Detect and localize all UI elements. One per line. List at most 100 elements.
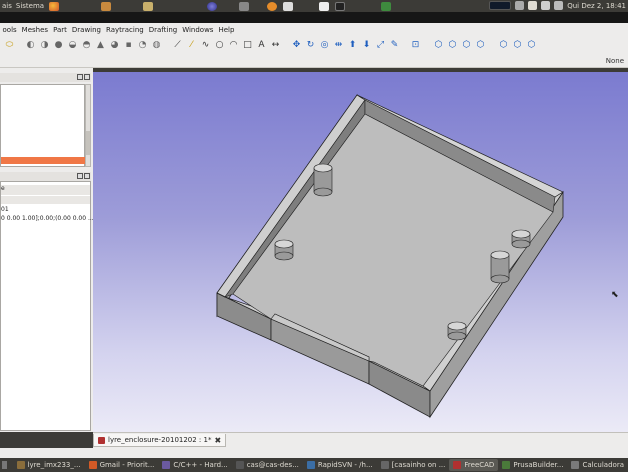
part-union-icon[interactable]: ◕	[109, 40, 120, 51]
part-box-icon[interactable]: ◐	[25, 40, 36, 51]
view-bottom-icon[interactable]: ⬡	[512, 40, 523, 51]
draft-bspline-icon[interactable]: ∿	[200, 40, 211, 51]
standoff-front-left[interactable]	[274, 239, 294, 261]
task-eclipse[interactable]: C/C++ - Hard...	[158, 459, 231, 471]
menu-raytracing[interactable]: Raytracing	[104, 26, 147, 34]
show-desktop-icon[interactable]	[2, 461, 7, 469]
part-torus-icon[interactable]: ◓	[81, 40, 92, 51]
view-top-icon[interactable]: ⬡	[461, 40, 472, 51]
task-rapidsvn[interactable]: RapidSVN - /h...	[303, 459, 377, 471]
edit-icon[interactable]: ✎	[389, 40, 400, 51]
offset-icon[interactable]: ◎	[319, 40, 330, 51]
tree-selected-item[interactable]	[1, 157, 85, 164]
applications-menu[interactable]: ais	[0, 2, 14, 10]
blender-launcher-icon[interactable]	[267, 1, 278, 11]
property-group-row[interactable]	[1, 196, 90, 204]
tree-close-button[interactable]	[84, 74, 90, 80]
menu-drafting[interactable]: Drafting	[146, 26, 179, 34]
app-launcher-icon[interactable]	[143, 1, 154, 11]
part-sphere-icon[interactable]: ●	[53, 40, 64, 51]
task-terminal[interactable]: cas@cas-des...	[232, 459, 303, 471]
view-fit-icon[interactable]: ⊡	[410, 40, 421, 51]
part-cut-icon[interactable]: ▪	[123, 40, 134, 51]
standoff-right-mid[interactable]	[490, 250, 510, 284]
property-close-button[interactable]	[84, 173, 90, 179]
spreadsheet-launcher-icon[interactable]	[381, 1, 392, 11]
tree-scroll-thumb[interactable]	[86, 131, 90, 155]
move-icon[interactable]: ✥	[291, 40, 302, 51]
draft-line-icon[interactable]: ⟋	[172, 40, 183, 51]
view-front-icon[interactable]: ⬡	[447, 40, 458, 51]
rotate-icon[interactable]: ↻	[305, 40, 316, 51]
task-lyre[interactable]: lyre_imx233_...	[13, 459, 85, 471]
task-icon	[571, 461, 580, 469]
task-gmail[interactable]: Gmail - Priorit...	[85, 459, 159, 471]
property-value-1[interactable]: 01	[1, 206, 9, 213]
task-icon	[16, 461, 25, 469]
menu-meshes[interactable]: Meshes	[19, 26, 50, 34]
property-value-2[interactable]: 0 0.00 1.00];0.00;(0.00 0.00 ...	[1, 215, 94, 222]
volume-icon[interactable]	[554, 1, 564, 10]
firefox-launcher-icon[interactable]	[49, 1, 60, 11]
task-label: lyre_imx233_...	[27, 461, 81, 469]
task-irc[interactable]: [casainho on ...	[377, 459, 450, 471]
draft-circle-icon[interactable]: ○	[214, 40, 225, 51]
trim-icon[interactable]: ⇹	[333, 40, 344, 51]
3d-viewport[interactable]: ⬉	[93, 72, 628, 434]
system-menu[interactable]: Sistema	[14, 2, 46, 10]
settings-launcher-icon[interactable]	[283, 1, 294, 11]
bluetooth-icon[interactable]	[528, 1, 538, 10]
part-fillet-icon[interactable]: ▲	[95, 40, 106, 51]
sphere-launcher-icon[interactable]	[207, 1, 218, 11]
part-cylinder-icon[interactable]: ◑	[39, 40, 50, 51]
draft-arc-icon[interactable]: ◠	[228, 40, 239, 51]
document-tab[interactable]: lyre_enclosure-20101202 : 1* ✖	[93, 434, 227, 447]
draft-rectangle-icon[interactable]: □	[242, 40, 253, 51]
standoff-front-right[interactable]	[447, 321, 467, 341]
task-label: Gmail - Priorit...	[99, 461, 155, 469]
view-right-icon[interactable]: ⬡	[475, 40, 486, 51]
property-float-button[interactable]	[77, 173, 83, 179]
standoff-right-high[interactable]	[511, 229, 531, 249]
downgrade-icon[interactable]: ⬇	[361, 40, 372, 51]
inkscape-launcher-icon[interactable]	[319, 1, 330, 11]
menu-drawing[interactable]: Drawing	[69, 26, 103, 34]
menu-part[interactable]: Part	[51, 26, 70, 34]
folder-launcher-icon[interactable]	[101, 1, 112, 11]
enclosure-model[interactable]	[93, 72, 628, 434]
upgrade-icon[interactable]: ⬆	[347, 40, 358, 51]
view-rear-icon[interactable]: ⬡	[498, 40, 509, 51]
network-icon[interactable]	[515, 1, 525, 10]
clock[interactable]: Qui Dez 2, 18:41	[567, 2, 626, 10]
task-icon	[162, 461, 171, 469]
task-prusabuilder[interactable]: PrusaBuilder...	[498, 459, 567, 471]
part-common-icon[interactable]: ◔	[137, 40, 148, 51]
tree-scrollbar[interactable]	[85, 84, 91, 167]
task-label: C/C++ - Hard...	[173, 461, 228, 469]
terminal-launcher-icon[interactable]	[335, 1, 346, 11]
draft-wire-icon[interactable]: ⁄	[186, 40, 197, 51]
part-section-icon[interactable]: ◍	[151, 40, 162, 51]
part-cone-icon[interactable]: ◒	[67, 40, 78, 51]
menu-windows[interactable]: Windows	[180, 26, 216, 34]
standoff-back-left[interactable]	[313, 163, 333, 197]
draft-text-icon[interactable]: A	[256, 40, 267, 51]
mail-icon[interactable]	[541, 1, 551, 10]
menu-help[interactable]: Help	[216, 26, 237, 34]
tree-view-panel[interactable]	[0, 84, 85, 167]
view-axo-icon[interactable]: ⬡	[433, 40, 444, 51]
menu-tools[interactable]: ools	[0, 26, 19, 34]
system-monitor-icon[interactable]	[489, 1, 512, 10]
task-calculator[interactable]: Calculadora	[567, 459, 628, 471]
task-icon	[306, 461, 315, 469]
top-system-panel: ais Sistema Qui Dez 2, 18:41	[0, 0, 628, 12]
trash-launcher-icon[interactable]	[239, 1, 250, 11]
view-left-icon[interactable]: ⬡	[526, 40, 537, 51]
draft-dimension-icon[interactable]: ↔	[270, 40, 281, 51]
scale-icon[interactable]: ⤢	[375, 40, 386, 51]
task-freecad[interactable]: FreeCAD	[449, 459, 499, 471]
sketch-icon[interactable]: ⬭	[4, 40, 15, 51]
task-icon	[453, 461, 462, 469]
tree-float-button[interactable]	[77, 74, 83, 80]
close-tab-icon[interactable]: ✖	[214, 436, 221, 445]
